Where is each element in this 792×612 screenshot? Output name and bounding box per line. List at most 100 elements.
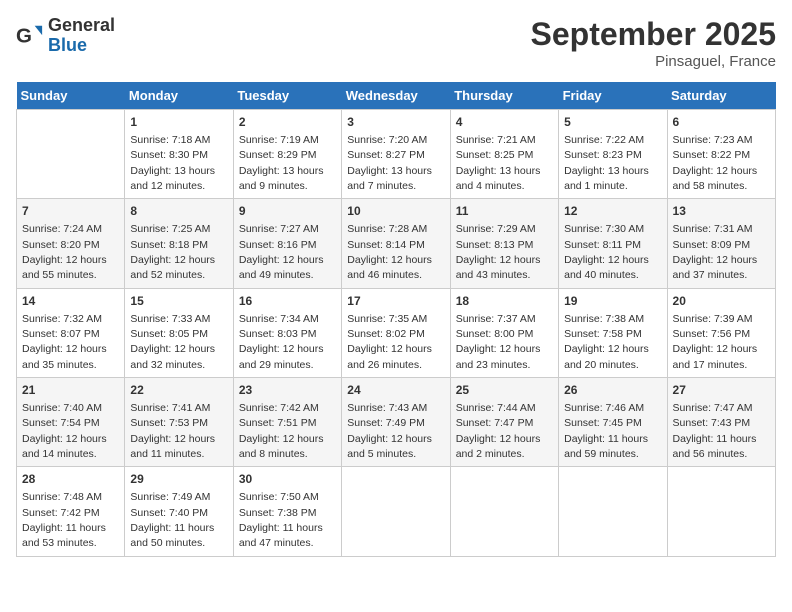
day-cell: 12 Sunrise: 7:30 AM Sunset: 8:11 PM Dayli… [559,199,667,288]
day-cell: 23 Sunrise: 7:42 AM Sunset: 7:51 PM Dayli… [233,378,341,467]
day-cell: 8 Sunrise: 7:25 AM Sunset: 8:18 PM Daylig… [125,199,233,288]
title-block: September 2025 Pinsaguel, France [531,16,776,70]
day-cell: 1 Sunrise: 7:18 AM Sunset: 8:30 PM Daylig… [125,110,233,199]
day-cell [559,467,667,556]
day-content: Sunrise: 7:43 AM Sunset: 7:49 PM Dayligh… [347,402,432,460]
day-content: Sunrise: 7:40 AM Sunset: 7:54 PM Dayligh… [22,402,107,460]
logo-icon: G [16,22,44,50]
calendar-header: SundayMondayTuesdayWednesdayThursdayFrid… [17,82,776,110]
day-cell [17,110,125,199]
day-cell: 19 Sunrise: 7:38 AM Sunset: 7:58 PM Dayli… [559,288,667,377]
day-content: Sunrise: 7:32 AM Sunset: 8:07 PM Dayligh… [22,313,107,371]
header-cell-sunday: Sunday [17,82,125,110]
day-cell: 20Sunrise: 7:39 AM Sunset: 7:56 PM Dayli… [667,288,775,377]
day-content: Sunrise: 7:27 AM Sunset: 8:16 PM Dayligh… [239,223,324,281]
day-number: 13 [673,203,770,220]
header-row: SundayMondayTuesdayWednesdayThursdayFrid… [17,82,776,110]
header-cell-tuesday: Tuesday [233,82,341,110]
day-cell: 10 Sunrise: 7:28 AM Sunset: 8:14 PM Dayli… [342,199,450,288]
day-number: 4 [456,114,553,131]
day-content: Sunrise: 7:20 AM Sunset: 8:27 PM Dayligh… [347,134,432,192]
svg-text:G: G [16,24,32,47]
day-number: 9 [239,203,336,220]
day-content: Sunrise: 7:34 AM Sunset: 8:03 PM Dayligh… [239,313,324,371]
day-cell: 9 Sunrise: 7:27 AM Sunset: 8:16 PM Daylig… [233,199,341,288]
day-content: Sunrise: 7:23 AM Sunset: 8:22 PM Dayligh… [673,134,758,192]
header-cell-saturday: Saturday [667,82,775,110]
day-cell: 7Sunrise: 7:24 AM Sunset: 8:20 PM Daylig… [17,199,125,288]
day-number: 23 [239,382,336,399]
day-number: 16 [239,293,336,310]
day-content: Sunrise: 7:33 AM Sunset: 8:05 PM Dayligh… [130,313,215,371]
day-content: Sunrise: 7:31 AM Sunset: 8:09 PM Dayligh… [673,223,758,281]
day-number: 14 [22,293,119,310]
header-cell-monday: Monday [125,82,233,110]
day-number: 2 [239,114,336,131]
header-cell-friday: Friday [559,82,667,110]
day-content: Sunrise: 7:39 AM Sunset: 7:56 PM Dayligh… [673,313,758,371]
day-number: 17 [347,293,444,310]
day-number: 5 [564,114,661,131]
day-cell: 6Sunrise: 7:23 AM Sunset: 8:22 PM Daylig… [667,110,775,199]
day-content: Sunrise: 7:48 AM Sunset: 7:42 PM Dayligh… [22,491,106,549]
day-cell: 3 Sunrise: 7:20 AM Sunset: 8:27 PM Daylig… [342,110,450,199]
logo-blue: Blue [48,36,115,56]
day-number: 24 [347,382,444,399]
day-cell: 14 Sunrise: 7:32 AM Sunset: 8:07 PM Dayli… [17,288,125,377]
day-content: Sunrise: 7:18 AM Sunset: 8:30 PM Dayligh… [130,134,215,192]
day-cell: 25Sunrise: 7:44 AM Sunset: 7:47 PM Dayli… [450,378,558,467]
day-cell: 28 Sunrise: 7:48 AM Sunset: 7:42 PM Dayli… [17,467,125,556]
day-cell: 5 Sunrise: 7:22 AM Sunset: 8:23 PM Daylig… [559,110,667,199]
day-cell: 11Sunrise: 7:29 AM Sunset: 8:13 PM Dayli… [450,199,558,288]
day-cell: 4 Sunrise: 7:21 AM Sunset: 8:25 PM Daylig… [450,110,558,199]
day-content: Sunrise: 7:21 AM Sunset: 8:25 PM Dayligh… [456,134,541,192]
day-number: 7 [22,203,119,220]
location: Pinsaguel, France [531,53,776,70]
day-number: 10 [347,203,444,220]
calendar-table: SundayMondayTuesdayWednesdayThursdayFrid… [16,82,776,557]
day-number: 26 [564,382,661,399]
day-cell [450,467,558,556]
day-content: Sunrise: 7:50 AM Sunset: 7:38 PM Dayligh… [239,491,323,549]
logo-text: General Blue [48,16,115,56]
day-number: 8 [130,203,227,220]
day-content: Sunrise: 7:19 AM Sunset: 8:29 PM Dayligh… [239,134,324,192]
day-cell: 29Sunrise: 7:49 AM Sunset: 7:40 PM Dayli… [125,467,233,556]
day-number: 22 [130,382,227,399]
day-number: 21 [22,382,119,399]
week-row-5: 28 Sunrise: 7:48 AM Sunset: 7:42 PM Dayli… [17,467,776,556]
week-row-1: 1 Sunrise: 7:18 AM Sunset: 8:30 PM Daylig… [17,110,776,199]
day-content: Sunrise: 7:46 AM Sunset: 7:45 PM Dayligh… [564,402,648,460]
day-number: 27 [673,382,770,399]
day-content: Sunrise: 7:35 AM Sunset: 8:02 PM Dayligh… [347,313,432,371]
day-cell: 16 Sunrise: 7:34 AM Sunset: 8:03 PM Dayli… [233,288,341,377]
day-number: 12 [564,203,661,220]
day-content: Sunrise: 7:25 AM Sunset: 8:18 PM Dayligh… [130,223,215,281]
day-content: Sunrise: 7:47 AM Sunset: 7:43 PM Dayligh… [673,402,757,460]
day-cell: 22 Sunrise: 7:41 AM Sunset: 7:53 PM Dayli… [125,378,233,467]
day-number: 30 [239,471,336,488]
logo-general: General [48,16,115,36]
calendar-body: 1 Sunrise: 7:18 AM Sunset: 8:30 PM Daylig… [17,110,776,557]
day-content: Sunrise: 7:30 AM Sunset: 8:11 PM Dayligh… [564,223,649,281]
day-content: Sunrise: 7:41 AM Sunset: 7:53 PM Dayligh… [130,402,215,460]
header-cell-thursday: Thursday [450,82,558,110]
header-cell-wednesday: Wednesday [342,82,450,110]
day-content: Sunrise: 7:28 AM Sunset: 8:14 PM Dayligh… [347,223,432,281]
day-number: 18 [456,293,553,310]
day-number: 28 [22,471,119,488]
day-cell: 30 Sunrise: 7:50 AM Sunset: 7:38 PM Dayli… [233,467,341,556]
week-row-2: 7Sunrise: 7:24 AM Sunset: 8:20 PM Daylig… [17,199,776,288]
logo: G General Blue [16,16,115,56]
day-content: Sunrise: 7:22 AM Sunset: 8:23 PM Dayligh… [564,134,649,192]
day-number: 1 [130,114,227,131]
day-content: Sunrise: 7:42 AM Sunset: 7:51 PM Dayligh… [239,402,324,460]
day-cell: 15Sunrise: 7:33 AM Sunset: 8:05 PM Dayli… [125,288,233,377]
day-number: 3 [347,114,444,131]
day-content: Sunrise: 7:38 AM Sunset: 7:58 PM Dayligh… [564,313,649,371]
day-number: 19 [564,293,661,310]
day-number: 25 [456,382,553,399]
day-content: Sunrise: 7:37 AM Sunset: 8:00 PM Dayligh… [456,313,541,371]
day-cell: 24 Sunrise: 7:43 AM Sunset: 7:49 PM Dayli… [342,378,450,467]
day-cell: 2 Sunrise: 7:19 AM Sunset: 8:29 PM Daylig… [233,110,341,199]
